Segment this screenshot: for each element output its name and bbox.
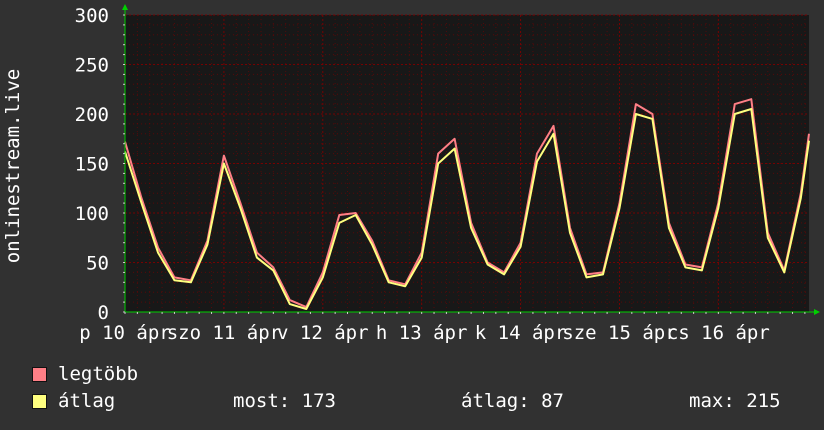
- y-tick-label: 100: [75, 203, 109, 225]
- stat-current-value: 173: [301, 390, 336, 412]
- x-tick-label: p 10 ápr: [79, 322, 171, 344]
- legend-label-avg: átlag: [58, 390, 116, 412]
- stat-average-value: 87: [541, 390, 564, 412]
- stat-current-label: most:: [233, 390, 291, 412]
- stat-average: átlag: 87: [461, 390, 564, 412]
- y-tick-label: 50: [86, 253, 109, 275]
- y-tick-label: 0: [98, 302, 109, 324]
- x-tick-label: v 12 ápr: [277, 322, 369, 344]
- x-axis-arrow: [814, 309, 820, 315]
- x-tick-label: cs 16 ápr: [667, 322, 770, 344]
- legend-swatch-avg: [32, 394, 47, 409]
- stat-max: max: 215: [689, 390, 781, 412]
- y-axis-label: onlinestream.live: [2, 69, 24, 263]
- y-tick-label: 250: [75, 55, 109, 77]
- x-tick-label: h 13 ápr: [376, 322, 468, 344]
- y-tick-label: 200: [75, 104, 109, 126]
- x-tick-labels: p 10 áprszo 11 áprv 12 ápr h 13 ápr k 14 á…: [79, 322, 770, 344]
- y-tick-labels: 0 50 100 150 200 250 300: [75, 5, 109, 324]
- legend-swatch-max: [32, 367, 47, 382]
- stat-max-label: max:: [689, 390, 735, 412]
- stat-average-label: átlag:: [461, 390, 530, 412]
- stat-max-value: 215: [746, 390, 781, 412]
- x-tick-label: szo 11 ápr: [167, 322, 281, 344]
- legend-label-max: legtöbb: [58, 363, 139, 385]
- y-tick-label: 300: [75, 5, 109, 27]
- y-axis-arrow: [122, 4, 128, 10]
- x-tick-label: k 14 ápr: [475, 322, 567, 344]
- x-tick-label: sze 15 ápr: [562, 322, 676, 344]
- y-tick-label: 150: [75, 154, 109, 176]
- chart-container: 0 50 100 150 200 250 300 p 10 ápr szo 11 ápr v 1…: [0, 0, 824, 430]
- stat-current: most: 173: [233, 390, 336, 412]
